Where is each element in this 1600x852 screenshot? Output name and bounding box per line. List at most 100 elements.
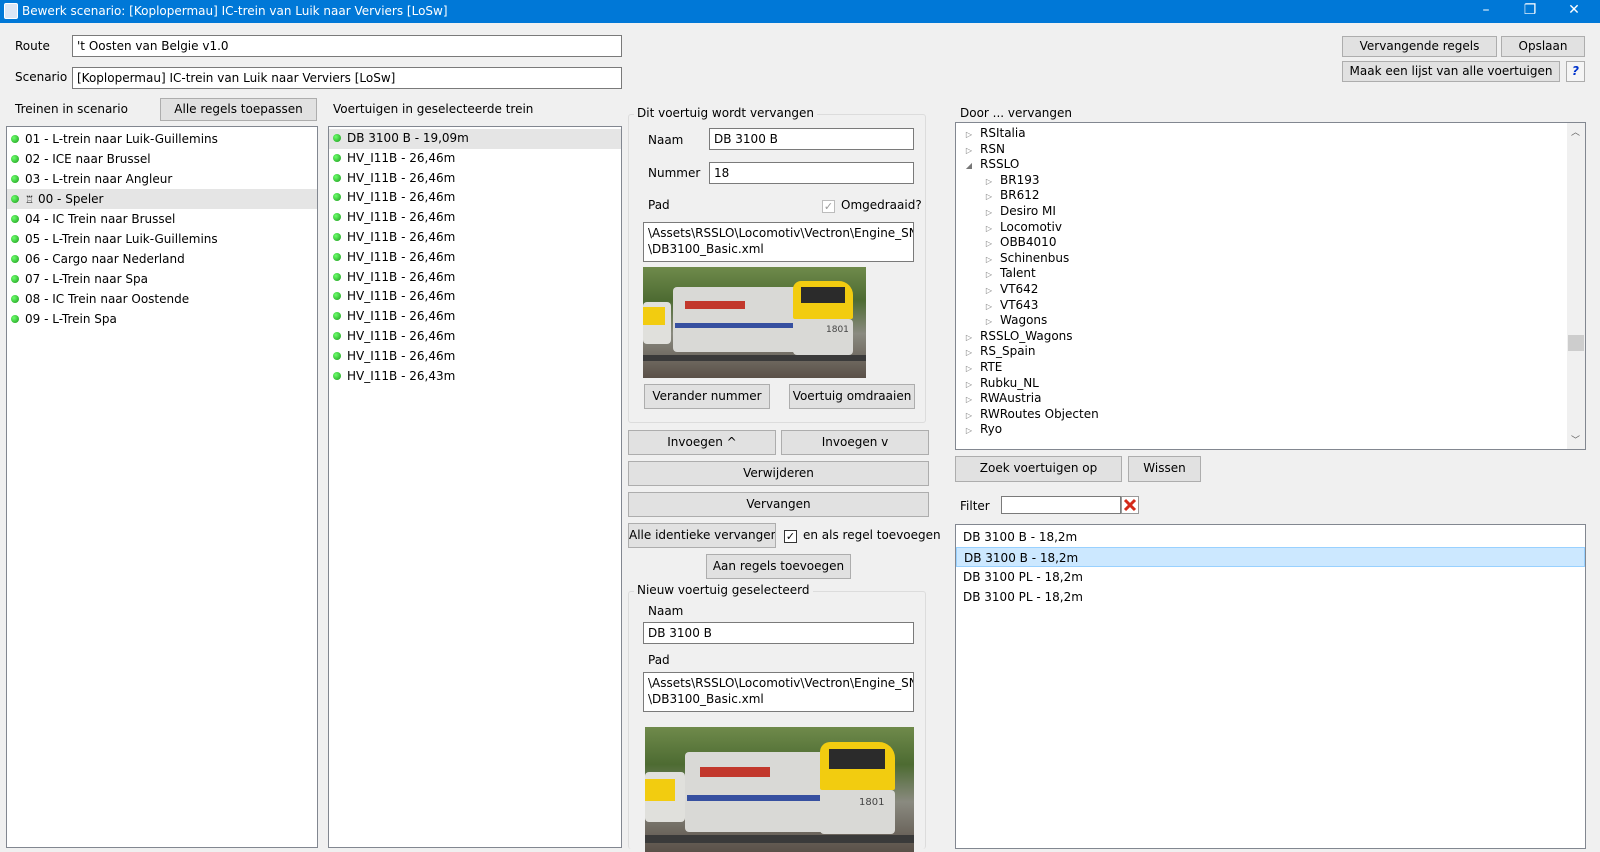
vehicle-item[interactable]: HV_I11B - 26,46m: [329, 287, 621, 307]
train-item[interactable]: ♖ 00 - Speler: [7, 189, 317, 209]
replaced-number-field[interactable]: 18: [709, 162, 914, 184]
search-results-list[interactable]: DB 3100 B - 18,2m DB 3100 B - 18,2m DB 310…: [955, 524, 1586, 849]
help-button[interactable]: ?: [1566, 61, 1585, 82]
vehicle-item[interactable]: HV_I11B - 26,46m: [329, 188, 621, 208]
trains-list[interactable]: 01 - L-trein naar Luik-Guillemins 02 - IC…: [6, 126, 318, 848]
result-item[interactable]: DB 3100 B - 18,2m: [956, 527, 1585, 547]
add-to-rules-button[interactable]: Aan regels toevoegen: [706, 554, 851, 579]
scroll-thumb[interactable]: [1568, 335, 1584, 351]
tree-node[interactable]: ▷ Ryo: [956, 422, 1585, 438]
tree-node[interactable]: ▷ Rubku_NL: [956, 376, 1585, 392]
result-item[interactable]: DB 3100 PL - 18,2m: [956, 587, 1585, 607]
tree-node[interactable]: ◢ RSSLO: [956, 157, 1585, 173]
replaced-name-field[interactable]: DB 3100 B: [709, 128, 914, 150]
tree-node[interactable]: ▷ RWAustria: [956, 391, 1585, 407]
tree-node[interactable]: ▷ Talent: [956, 266, 1585, 282]
apply-all-rules-button[interactable]: Alle regels toepassen: [160, 98, 317, 121]
tree-node[interactable]: ▷ Schinenbus: [956, 251, 1585, 267]
clear-button[interactable]: Wissen: [1128, 456, 1201, 482]
expand-arrow-icon[interactable]: ▷: [984, 174, 994, 190]
tree-node[interactable]: ▷ RWRoutes Objecten: [956, 407, 1585, 423]
scenario-field[interactable]: [Koplopermau] IC-trein van Luik naar Ver…: [72, 67, 622, 89]
filter-input[interactable]: [1001, 496, 1121, 514]
train-item[interactable]: 07 - L-Trein naar Spa: [7, 269, 317, 289]
tree-scrollbar[interactable]: ︿ ﹀: [1567, 123, 1585, 449]
expand-arrow-icon[interactable]: ▷: [984, 205, 994, 221]
vehicle-item[interactable]: HV_I11B - 26,46m: [329, 347, 621, 367]
result-item[interactable]: DB 3100 PL - 18,2m: [956, 567, 1585, 587]
insert-up-button[interactable]: Invoegen ^: [628, 430, 776, 455]
replace-button[interactable]: Vervangen: [628, 492, 929, 517]
save-button[interactable]: Opslaan: [1501, 36, 1585, 57]
search-vehicles-button[interactable]: Zoek voertuigen op: [955, 456, 1122, 482]
replace-all-identical-button[interactable]: Alle identieke vervangen: [628, 523, 776, 548]
train-item[interactable]: 03 - L-trein naar Angleur: [7, 169, 317, 189]
reverse-vehicle-button[interactable]: Voertuig omdraaien: [789, 384, 915, 409]
vehicle-item[interactable]: HV_I11B - 26,46m: [329, 327, 621, 347]
expand-arrow-icon[interactable]: ▷: [964, 423, 974, 439]
expand-arrow-icon[interactable]: ▷: [984, 221, 994, 237]
vehicle-item[interactable]: HV_I11B - 26,46m: [329, 307, 621, 327]
replace-by-tree[interactable]: ▷ RSItalia ▷ RSN ◢ RSSLO ▷ BR193 ▷ BR612 ▷ Desiro M…: [955, 122, 1586, 450]
train-item[interactable]: 09 - L-Trein Spa: [7, 309, 317, 329]
expand-arrow-icon[interactable]: ▷: [964, 330, 974, 346]
new-path-field[interactable]: \Assets\RSSLO\Locomotiv\Vectron\Engine_S…: [643, 672, 914, 712]
tree-node[interactable]: ▷ BR193: [956, 173, 1585, 189]
tree-node[interactable]: ▷ VT642: [956, 282, 1585, 298]
expand-arrow-icon[interactable]: ▷: [964, 392, 974, 408]
train-item[interactable]: 04 - IC Trein naar Brussel: [7, 209, 317, 229]
train-item[interactable]: 08 - IC Trein naar Oostende: [7, 289, 317, 309]
restore-button[interactable]: ❐: [1507, 0, 1553, 23]
tree-node[interactable]: ▷ BR612: [956, 188, 1585, 204]
expand-arrow-icon[interactable]: ▷: [964, 143, 974, 159]
reversed-checkbox[interactable]: ✓: [822, 197, 835, 213]
vehicle-item[interactable]: HV_I11B - 26,46m: [329, 268, 621, 288]
expand-arrow-icon[interactable]: ▷: [964, 361, 974, 377]
train-item[interactable]: 06 - Cargo naar Nederland: [7, 249, 317, 269]
vehicle-item[interactable]: HV_I11B - 26,46m: [329, 248, 621, 268]
scroll-up-arrow[interactable]: ︿: [1571, 125, 1580, 138]
train-item[interactable]: 05 - L-Trein naar Luik-Guillemins: [7, 229, 317, 249]
change-number-button[interactable]: Verander nummer: [644, 384, 770, 409]
tree-node[interactable]: ▷ VT643: [956, 298, 1585, 314]
result-item[interactable]: DB 3100 B - 18,2m: [956, 547, 1585, 567]
expand-arrow-icon[interactable]: ▷: [964, 377, 974, 393]
expand-arrow-icon[interactable]: ▷: [984, 252, 994, 268]
expand-arrow-icon[interactable]: ▷: [984, 236, 994, 252]
vehicles-list[interactable]: DB 3100 B - 19,09m HV_I11B - 26,46m HV_I11…: [328, 126, 622, 848]
train-item[interactable]: 02 - ICE naar Brussel: [7, 149, 317, 169]
tree-node[interactable]: ▷ RSItalia: [956, 126, 1585, 142]
clear-filter-icon[interactable]: [1121, 496, 1139, 514]
vehicle-item[interactable]: HV_I11B - 26,43m: [329, 367, 621, 387]
replaced-path-field[interactable]: \Assets\RSSLO\Locomotiv\Vectron\Engine_S…: [643, 222, 914, 262]
expand-arrow-icon[interactable]: ▷: [984, 267, 994, 283]
train-item[interactable]: 01 - L-trein naar Luik-Guillemins: [7, 129, 317, 149]
tree-node[interactable]: ▷ Desiro MI: [956, 204, 1585, 220]
expand-arrow-icon[interactable]: ▷: [984, 314, 994, 330]
tree-node[interactable]: ▷ RS_Spain: [956, 344, 1585, 360]
vehicle-item[interactable]: HV_I11B - 26,46m: [329, 228, 621, 248]
expand-arrow-icon[interactable]: ▷: [964, 408, 974, 424]
close-button[interactable]: ✕: [1551, 0, 1597, 23]
route-field[interactable]: 't Oosten van Belgie v1.0: [72, 35, 622, 57]
vehicle-item[interactable]: DB 3100 B - 19,09m: [329, 129, 621, 149]
collapse-arrow-icon[interactable]: ◢: [964, 158, 974, 174]
tree-node[interactable]: ▷ RTE: [956, 360, 1585, 376]
vehicle-item[interactable]: HV_I11B - 26,46m: [329, 208, 621, 228]
list-all-vehicles-button[interactable]: Maak een lijst van alle voertuigen: [1342, 61, 1560, 82]
tree-node[interactable]: ▷ Wagons: [956, 313, 1585, 329]
minimize-button[interactable]: –: [1463, 0, 1509, 23]
expand-arrow-icon[interactable]: ▷: [964, 345, 974, 361]
delete-button[interactable]: Verwijderen: [628, 461, 929, 486]
expand-arrow-icon[interactable]: ▷: [984, 283, 994, 299]
vehicle-item[interactable]: HV_I11B - 26,46m: [329, 149, 621, 169]
expand-arrow-icon[interactable]: ▷: [964, 127, 974, 143]
insert-down-button[interactable]: Invoegen v: [781, 430, 929, 455]
scroll-down-arrow[interactable]: ﹀: [1571, 433, 1580, 446]
replacement-rules-button[interactable]: Vervangende regels: [1342, 36, 1497, 57]
expand-arrow-icon[interactable]: ▷: [984, 299, 994, 315]
new-name-field[interactable]: DB 3100 B: [643, 622, 914, 644]
tree-node[interactable]: ▷ RSSLO_Wagons: [956, 329, 1585, 345]
tree-node[interactable]: ▷ OBB4010: [956, 235, 1585, 251]
tree-node[interactable]: ▷ RSN: [956, 142, 1585, 158]
